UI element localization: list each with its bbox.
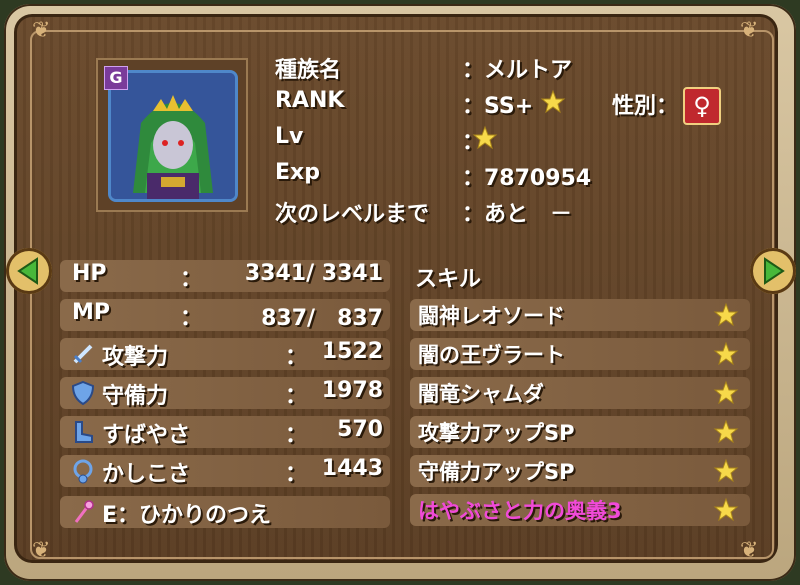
stat-value-attack: 1522 [321,339,383,364]
equipment-label: E：ひかりのつえ [102,503,272,528]
grade-badge: G [104,66,128,90]
skills-header: スキル [415,267,482,292]
exp-value: ：7870954 [462,166,592,191]
shield-icon [71,380,95,406]
necklace-icon [73,459,93,484]
stat-value-agility: 570 [337,417,383,442]
lv-label: Lv [275,124,304,149]
exp-label: Exp [275,160,320,185]
monster-portrait: G [96,58,248,212]
stat-value-mp: 837/ 837 [261,306,383,331]
next-level-value: ：あと － [462,202,573,227]
skill-name-6: はやぶさと力の奥義3 [418,499,622,523]
star-icon [713,341,739,366]
skill-name-2: 闇の王ヴラート [418,343,565,367]
rank-label: RANK [275,88,345,113]
stat-label-defense: 守備力 [102,384,169,409]
corner-ornament-bottom-left: ❦ [32,538,51,563]
corner-ornament-top-left: ❦ [32,18,51,43]
stat-sep-hp: ： [180,267,203,292]
right-arrow-icon [764,257,785,285]
rank-value: ：SS+ [462,94,534,119]
star-icon [713,302,739,327]
skill-name-5: 守備力アップSP [418,460,575,484]
gender-label: 性別： [612,94,679,119]
rank-star-icon [540,89,566,114]
stat-label-attack: 攻撃力 [102,345,169,370]
star-icon [713,419,739,444]
species-label: 種族名 [275,58,342,83]
boot-icon [75,421,93,443]
stat-value-wisdom: 1443 [321,456,383,481]
stat-value-hp: 3341/ 3341 [244,261,383,286]
sword-icon [73,344,93,364]
left-arrow-icon [17,257,38,285]
star-icon [713,458,739,483]
stat-label-wisdom: かしこさ [102,462,191,487]
skill-name-4: 攻撃力アップSP [418,421,575,445]
lv-star-icon [472,125,498,150]
stat-label-hp: HP [72,261,107,286]
skill-name-1: 闘神レオソード [418,304,565,328]
prev-arrow-button[interactable] [6,248,52,294]
corner-ornament-bottom-right: ❦ [740,538,759,563]
stat-label-mp: MP [72,300,111,325]
staff-icon [74,500,94,523]
corner-ornament-top-right: ❦ [740,18,759,43]
star-icon [713,380,739,405]
next-level-label: 次のレベルまで [275,202,430,227]
stat-sep-mp: ： [180,306,203,331]
star-icon [713,497,739,522]
species-value: ：メルトア [462,58,573,83]
stat-label-agility: すばやさ [102,423,191,448]
next-arrow-button[interactable] [750,248,796,294]
stat-value-defense: 1978 [321,378,383,403]
skill-name-3: 闇竜シャムダ [418,382,544,406]
female-icon: ♀ [683,87,721,125]
